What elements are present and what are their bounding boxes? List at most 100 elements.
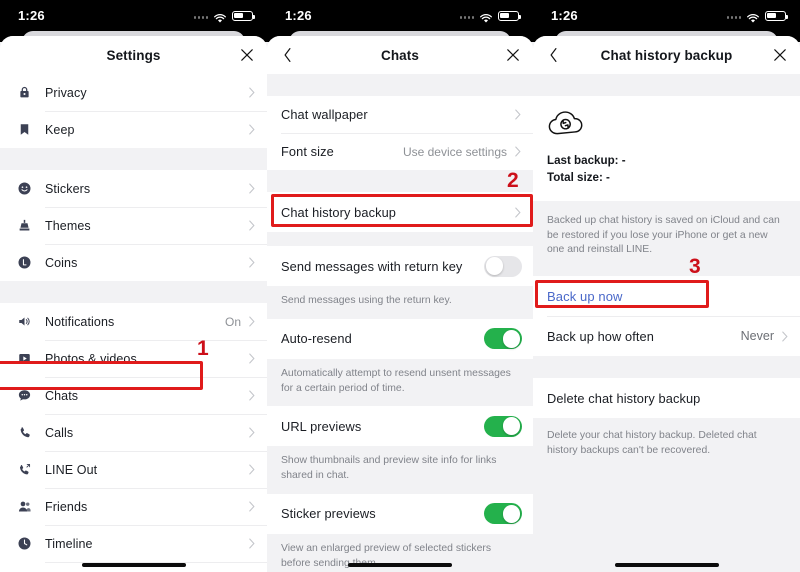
desc-url-previews: Show thumbnails and preview site info fo… (267, 446, 533, 494)
group-separator (267, 232, 533, 246)
settings-group-3: Notifications On Photos & videos Chats C… (0, 303, 267, 572)
delete-backup-label: Delete chat history backup (547, 390, 701, 406)
sidebar-item-label: Stickers (45, 181, 91, 196)
top-spacer (533, 74, 800, 96)
backup-actions-group: Back up now Back up how often Never (533, 276, 800, 357)
signal-dots-icon (459, 13, 474, 19)
sidebar-item-label: Privacy (45, 85, 87, 100)
sidebar-item-label: Calls (45, 425, 74, 440)
status-bar: 1:26 (267, 0, 533, 31)
row-label: Chat history backup (281, 204, 396, 220)
toggle-sticker-previews[interactable] (484, 503, 522, 525)
wifi-icon (746, 11, 760, 22)
sidebar-item-stickers[interactable]: Stickers (0, 170, 267, 207)
sidebar-item-themes[interactable]: Themes (0, 207, 267, 244)
row-auto-resend[interactable]: Auto-resend (267, 318, 533, 359)
smiley-icon (14, 181, 35, 196)
sidebar-item-label: Chats (45, 388, 79, 403)
delete-backup-desc: Delete your chat history backup. Deleted… (533, 418, 800, 469)
sidebar-item-coins[interactable]: Coins (0, 244, 267, 281)
row-label: Sticker previews (281, 506, 376, 522)
settings-list: Privacy Keep Stickers Themes Coins Notif… (0, 74, 267, 572)
phone-out-icon (14, 462, 35, 477)
chevron-right-icon (514, 146, 522, 157)
sidebar-item-label: Coins (45, 255, 78, 270)
close-icon[interactable] (238, 46, 256, 64)
row-label: Back up how often (547, 328, 654, 344)
chats-list: Chat wallpaper Font size Use device sett… (267, 74, 533, 572)
group-separator (0, 281, 267, 303)
row-send-messages-return-key[interactable]: Send messages with return key (267, 246, 533, 286)
stamp-icon (14, 218, 35, 233)
sidebar-item-privacy[interactable]: Privacy (0, 74, 267, 111)
chat-bubble-icon (14, 388, 35, 403)
toggle-url-previews[interactable] (484, 415, 522, 437)
sidebar-item-notifications[interactable]: Notifications On (0, 303, 267, 340)
panel-settings: 1:26 Settings Privacy Keep Stickers Them… (0, 0, 267, 572)
chevron-right-icon (248, 353, 256, 364)
three-panel-tutorial-screenshot: 1:26 Settings Privacy Keep Stickers Them… (0, 0, 800, 572)
desc-send-messages-return-key: Send messages using the return key. (267, 286, 533, 319)
settings-navbar: Settings (0, 36, 267, 74)
row-chat-wallpaper[interactable]: Chat wallpaper (267, 96, 533, 133)
sidebar-item-label: Notifications (45, 314, 115, 329)
desc-sticker-previews: View an enlarged preview of selected sti… (267, 533, 533, 572)
chevron-left-icon[interactable] (544, 46, 562, 64)
row-url-previews[interactable]: URL previews (267, 406, 533, 447)
signal-dots-icon (726, 13, 741, 19)
signal-dots-icon (193, 13, 208, 19)
sidebar-item-timeline[interactable]: Timeline (0, 525, 267, 562)
group-separator (0, 148, 267, 170)
delete-chat-history-backup-button[interactable]: Delete chat history backup (533, 378, 800, 419)
chats-group-appearance: Chat wallpaper Font size Use device sett… (267, 96, 533, 170)
settings-group-1: Privacy Keep (0, 74, 267, 148)
status-bar: 1:26 (533, 0, 800, 31)
chevron-right-icon (248, 538, 256, 549)
row-back-up-how-often[interactable]: Back up how often Never (533, 316, 800, 357)
backup-info-text: Backed up chat history is saved on iClou… (533, 200, 800, 277)
delete-backup-group: Delete chat history backup (533, 378, 800, 419)
status-bar-indicators (726, 10, 789, 22)
battery-icon (765, 10, 789, 21)
chevron-right-icon (248, 501, 256, 512)
sidebar-item-chats[interactable]: Chats (0, 377, 267, 414)
chats-group-url-previews: URL previews (267, 406, 533, 447)
backup-content: Last backup: - Total size: - Backed up c… (533, 74, 800, 572)
phone-icon (14, 425, 35, 440)
close-icon[interactable] (771, 46, 789, 64)
battery-icon (232, 10, 256, 21)
sidebar-item-calls[interactable]: Calls (0, 414, 267, 451)
page-title: Chat history backup (600, 47, 733, 63)
chevron-right-icon (248, 427, 256, 438)
chevron-right-icon (248, 316, 256, 327)
chats-group-backup: Chat history backup (267, 192, 533, 232)
row-label: Send messages with return key (281, 258, 463, 274)
sidebar-item-line-out[interactable]: LINE Out (0, 451, 267, 488)
sidebar-item-friends[interactable]: Friends (0, 488, 267, 525)
chevron-right-icon (248, 390, 256, 401)
sidebar-item-photos-videos[interactable]: Photos & videos (0, 340, 267, 377)
row-label: URL previews (281, 418, 362, 434)
status-bar-indicators (193, 10, 256, 22)
backup-navbar: Chat history backup (533, 36, 800, 74)
panel-chats: 1:26 Chats Chat wallpaper Font size Use … (267, 0, 533, 572)
row-label: Font size (281, 144, 334, 159)
chevron-right-icon (514, 109, 522, 120)
back-up-now-button[interactable]: Back up now (533, 276, 800, 317)
status-bar-clock: 1:26 (18, 8, 45, 23)
chats-navbar: Chats (267, 36, 533, 74)
sidebar-item-avatar[interactable]: Avatar (0, 562, 267, 572)
row-sticker-previews[interactable]: Sticker previews (267, 493, 533, 534)
close-icon[interactable] (504, 46, 522, 64)
wifi-icon (479, 11, 493, 22)
back-up-now-label: Back up now (547, 288, 623, 304)
toggle-auto-resend[interactable] (484, 328, 522, 350)
row-label: Auto-resend (281, 331, 352, 347)
sidebar-item-label: Friends (45, 499, 88, 514)
chevron-left-icon[interactable] (278, 46, 296, 64)
row-chat-history-backup[interactable]: Chat history backup (267, 192, 533, 232)
backup-sheet: Chat history backup Last backup: - Total… (533, 36, 800, 572)
row-font-size[interactable]: Font size Use device settings (267, 133, 533, 170)
toggle-send-messages-return-key[interactable] (484, 255, 522, 277)
sidebar-item-keep[interactable]: Keep (0, 111, 267, 148)
